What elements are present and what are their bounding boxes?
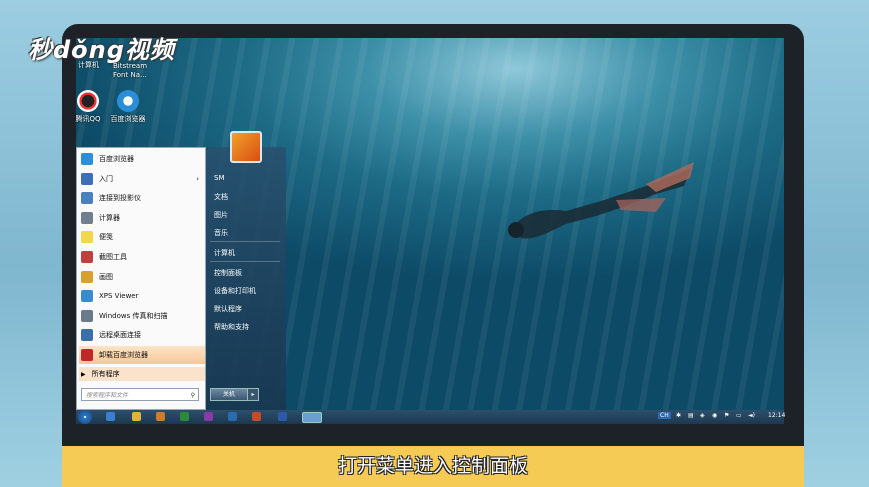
start-menu-places: SM 文档图片音乐计算机控制面板设备和打印机 默认程序帮助和支持 — [206, 147, 286, 410]
shutdown-options-button[interactable]: ▸ — [247, 388, 259, 401]
monitor-icon[interactable]: ▭ — [736, 412, 742, 419]
start-menu: 百度浏览器入门 › 连接到投影仪 计算器便笺截图工具画图 XPS Viewer Windo… — [76, 131, 286, 410]
xps-viewer-icon — [81, 290, 93, 303]
powerpoint-icon[interactable] — [252, 412, 261, 421]
bluetooth-icon[interactable]: ✱ — [676, 412, 681, 419]
start-menu-item[interactable]: 百度浏览器 — [79, 150, 205, 168]
start-menu-item[interactable]: 卸载百度浏览器 — [79, 346, 205, 364]
start-menu-item-label: 便笺 — [99, 233, 113, 242]
start-search-input[interactable]: 搜索程序和文件 ⚲ — [81, 388, 199, 401]
start-menu-item[interactable]: 便笺 — [79, 228, 205, 246]
snipping-tool-icon — [81, 251, 93, 263]
start-menu-programs: 百度浏览器入门 › 连接到投影仪 计算器便笺截图工具画图 XPS Viewer Windo… — [76, 147, 206, 410]
network-icon[interactable]: ▤ — [688, 412, 694, 419]
start-menu-item-label: 入门 — [99, 174, 113, 183]
start-menu-place[interactable]: 计算机 — [214, 248, 235, 258]
start-button[interactable] — [78, 410, 92, 424]
excel-icon[interactable] — [180, 412, 189, 421]
desktop-icon-baidu-browser[interactable]: 百度浏览器 — [104, 90, 152, 124]
start-menu-item-label: 连接到投影仪 — [99, 194, 141, 203]
all-programs-item[interactable]: ▶ 所有程序 — [79, 367, 205, 381]
clock[interactable]: 12:14 — [768, 412, 785, 419]
divider — [210, 261, 280, 262]
subtitle-caption: 打开菜单进入控制面板 — [62, 446, 804, 487]
shutdown-button[interactable]: 关机 — [210, 388, 248, 401]
start-menu-item[interactable]: 画图 — [79, 268, 205, 286]
calculator-icon — [81, 211, 93, 224]
start-menu-place[interactable]: 帮助和支持 — [214, 322, 249, 332]
qq-icon — [77, 90, 99, 112]
desktop-label-computer: 计算机 — [78, 61, 99, 69]
desktop-label-font: Font Na... — [113, 71, 147, 79]
fax-scan-icon — [81, 309, 93, 322]
start-menu-item[interactable]: Windows 传真和扫描 — [79, 307, 205, 325]
all-programs-label: 所有程序 — [91, 370, 120, 378]
desktop-icon-label: 腾讯QQ — [75, 115, 101, 123]
explorer-icon[interactable] — [132, 412, 141, 421]
start-menu-place[interactable]: SM — [214, 174, 224, 182]
paint-icon — [81, 270, 93, 283]
start-menu-item-label: 百度浏览器 — [99, 155, 134, 163]
remote-desktop-icon — [81, 329, 93, 342]
start-menu-place[interactable]: 默认程序 — [214, 304, 242, 314]
projector-icon — [81, 192, 93, 205]
start-menu-item-label: Windows 传真和扫描 — [99, 311, 168, 320]
start-menu-item[interactable]: 计算器 — [79, 209, 205, 227]
word-icon[interactable] — [278, 412, 287, 421]
start-menu-place[interactable]: 控制面板 — [214, 268, 242, 278]
active-window-icon[interactable] — [302, 412, 322, 423]
desktop-icon-label: 百度浏览器 — [110, 115, 146, 123]
media-player-icon[interactable] — [156, 412, 165, 421]
start-menu-place[interactable]: 文档 — [214, 192, 228, 202]
search-placeholder: 搜索程序和文件 — [86, 392, 129, 399]
baidu-browser-icon — [81, 153, 93, 165]
start-menu-item[interactable]: 入门 › — [79, 170, 205, 188]
start-menu-item-label: XPS Viewer — [99, 292, 139, 301]
onenote-icon[interactable] — [204, 412, 213, 421]
language-indicator[interactable]: CH — [658, 412, 671, 419]
start-menu-place[interactable]: 音乐 — [214, 228, 228, 238]
desktop-label-bitstream: Bitstream — [113, 62, 148, 70]
update-icon[interactable]: ◉ — [712, 412, 717, 419]
uninstall-icon — [81, 349, 93, 361]
user-avatar[interactable] — [230, 131, 262, 163]
search-icon: ⚲ — [190, 392, 195, 399]
start-menu-item[interactable]: 连接到投影仪 — [79, 189, 205, 207]
volume-icon[interactable]: ◄) — [748, 412, 755, 419]
start-menu-item-label: 截图工具 — [99, 253, 127, 261]
baidu-browser-icon — [117, 90, 139, 112]
start-menu-item-label: 卸载百度浏览器 — [99, 351, 148, 359]
submenu-arrow-icon: › — [196, 174, 199, 183]
diver-image — [508, 162, 694, 239]
taskbar: CH ✱ ▤ ◈ ◉ ⚑ ▭ ◄) 12:14 — [76, 410, 785, 424]
start-menu-item[interactable]: 截图工具 — [79, 248, 205, 266]
ie-icon[interactable] — [106, 412, 115, 421]
start-menu-place[interactable]: 设备和打印机 — [214, 286, 256, 296]
start-menu-item-label: 远程桌面连接 — [99, 331, 141, 340]
sticky-notes-icon — [81, 231, 93, 244]
getting-started-icon — [81, 172, 93, 185]
outlook-icon[interactable] — [228, 412, 237, 421]
start-menu-place[interactable]: 图片 — [214, 210, 228, 220]
start-menu-item[interactable]: XPS Viewer — [79, 287, 205, 305]
start-menu-item[interactable]: 远程桌面连接 — [79, 326, 205, 344]
watermark-logo: 秒dǒng视频 — [28, 36, 175, 64]
start-menu-item-label: 计算器 — [99, 213, 120, 222]
divider — [210, 241, 280, 242]
flag-icon[interactable]: ⚑ — [724, 412, 729, 419]
start-menu-item-label: 画图 — [99, 272, 113, 281]
security-icon[interactable]: ◈ — [700, 412, 705, 419]
